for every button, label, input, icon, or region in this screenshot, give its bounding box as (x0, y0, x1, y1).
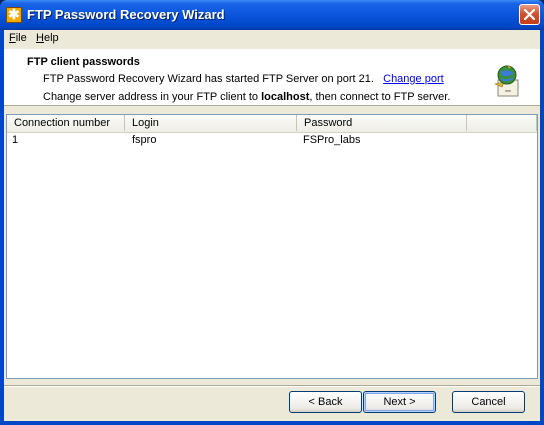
server-started-text: FTP Password Recovery Wizard has started… (43, 73, 374, 85)
cell-password: FSPro_labs (303, 134, 361, 146)
table-row[interactable]: 1 fspro FSPro_labs (7, 133, 537, 149)
column-header-empty[interactable] (467, 115, 537, 131)
close-button[interactable] (519, 4, 540, 25)
password-list[interactable]: Connection number Login Password 1 fspro… (6, 114, 538, 379)
instruction-prefix: Change server address in your FTP client… (43, 91, 262, 103)
client-area: File Help FTP client passwords FTP Passw… (4, 30, 540, 421)
change-port-link[interactable]: Change port (383, 73, 444, 85)
menu-file[interactable]: File (9, 32, 27, 44)
title-bar[interactable]: FTP Password Recovery Wizard (0, 0, 544, 30)
cell-connection-number: 1 (12, 134, 19, 146)
svg-text:***: *** (505, 90, 511, 96)
column-header-connection-number[interactable]: Connection number (7, 115, 125, 131)
back-button[interactable]: < Back (289, 391, 362, 413)
column-header-login[interactable]: Login (125, 115, 297, 131)
menu-help-label: elp (43, 32, 59, 44)
wizard-window: FTP Password Recovery Wizard File Help F… (0, 0, 544, 425)
header-title: FTP client passwords (27, 56, 140, 68)
window-frame-bottom (0, 421, 544, 425)
menu-file-label: ile (15, 32, 27, 44)
close-icon (524, 9, 535, 20)
app-icon (6, 6, 22, 23)
window-frame-right (540, 30, 544, 425)
instruction-suffix: , then connect to FTP server. (309, 91, 451, 103)
ftp-globe-icon: *** (494, 65, 519, 97)
list-header: Connection number Login Password (7, 115, 537, 133)
next-button[interactable]: Next > (363, 391, 436, 413)
menu-help-mnemonic: H (36, 32, 44, 44)
column-header-password[interactable]: Password (297, 115, 467, 131)
header-description-line2: Change server address in your FTP client… (43, 91, 450, 103)
menu-bar: File Help (4, 30, 540, 48)
cell-login: fspro (132, 134, 157, 146)
menu-help[interactable]: Help (36, 32, 59, 44)
header-description-line1: FTP Password Recovery Wizard has started… (43, 73, 444, 85)
cancel-button[interactable]: Cancel (452, 391, 525, 413)
localhost-text: localhost (261, 91, 310, 103)
menu-file-mnemonic: F (9, 32, 16, 44)
button-divider (4, 385, 540, 387)
window-title: FTP Password Recovery Wizard (27, 7, 225, 22)
wizard-header: FTP client passwords FTP Password Recove… (4, 49, 540, 106)
